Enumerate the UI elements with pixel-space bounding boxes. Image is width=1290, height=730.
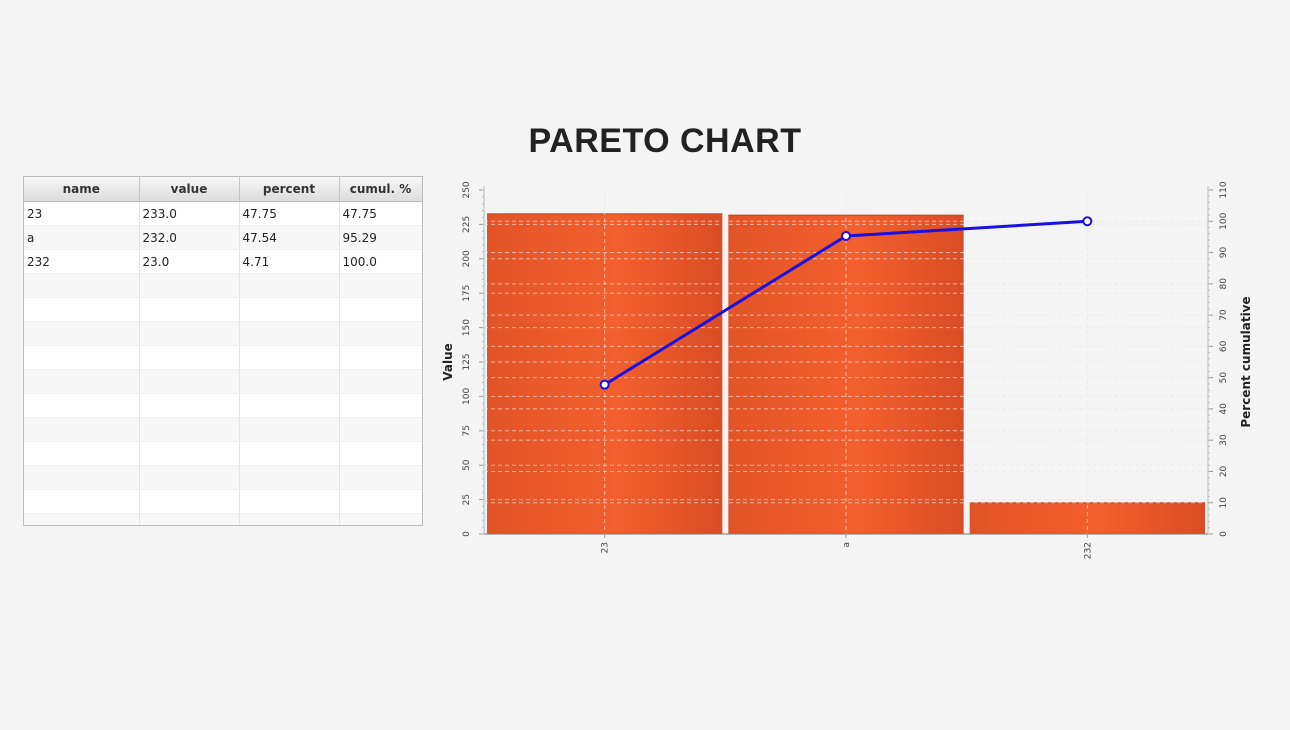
y-tick-label: 75 bbox=[462, 425, 472, 436]
y2-tick-label: 100 bbox=[1219, 212, 1229, 229]
y2-tick-label: 50 bbox=[1219, 372, 1229, 384]
y2-tick-label: 60 bbox=[1219, 340, 1229, 352]
x-tick-label: a bbox=[842, 542, 852, 548]
y2-tick-label: 80 bbox=[1219, 278, 1229, 290]
y2-tick-label: 30 bbox=[1219, 434, 1229, 446]
cumulative-point bbox=[1082, 216, 1093, 227]
x-tick-label: 23 bbox=[601, 542, 611, 553]
y-tick-label: 175 bbox=[462, 285, 472, 302]
cumulative-point bbox=[599, 379, 610, 390]
y-tick-label: 125 bbox=[462, 353, 472, 370]
cumulative-point bbox=[841, 231, 851, 242]
y-tick-label: 50 bbox=[462, 459, 472, 471]
y-tick-label: 150 bbox=[462, 319, 472, 336]
y2-tick-label: 90 bbox=[1219, 247, 1229, 259]
y-tick-label: 25 bbox=[462, 494, 472, 505]
y-tick-label: 225 bbox=[462, 216, 472, 233]
y2-tick-label: 0 bbox=[1219, 531, 1229, 537]
y2-axis-label: Percent cumulative bbox=[1239, 296, 1253, 427]
pareto-chart: 0 25 50 75 100 125 150 175 200 225 250 0 10 20 30 40 50 6… bbox=[441, 181, 1253, 559]
y2-tick-label: 20 bbox=[1219, 465, 1229, 477]
y-tick-label: 250 bbox=[462, 181, 472, 198]
y-axis-label: Value bbox=[441, 343, 455, 381]
x-tick-label: 232 bbox=[1083, 542, 1093, 559]
y2-tick-label: 10 bbox=[1219, 497, 1229, 509]
y-tick-label: 0 bbox=[462, 531, 472, 537]
y2-tick-label: 70 bbox=[1219, 309, 1229, 321]
y-tick-label: 200 bbox=[462, 250, 472, 267]
y-tick-label: 100 bbox=[462, 388, 472, 405]
y2-tick-label: 110 bbox=[1219, 181, 1229, 198]
y2-tick-label: 40 bbox=[1219, 403, 1229, 415]
